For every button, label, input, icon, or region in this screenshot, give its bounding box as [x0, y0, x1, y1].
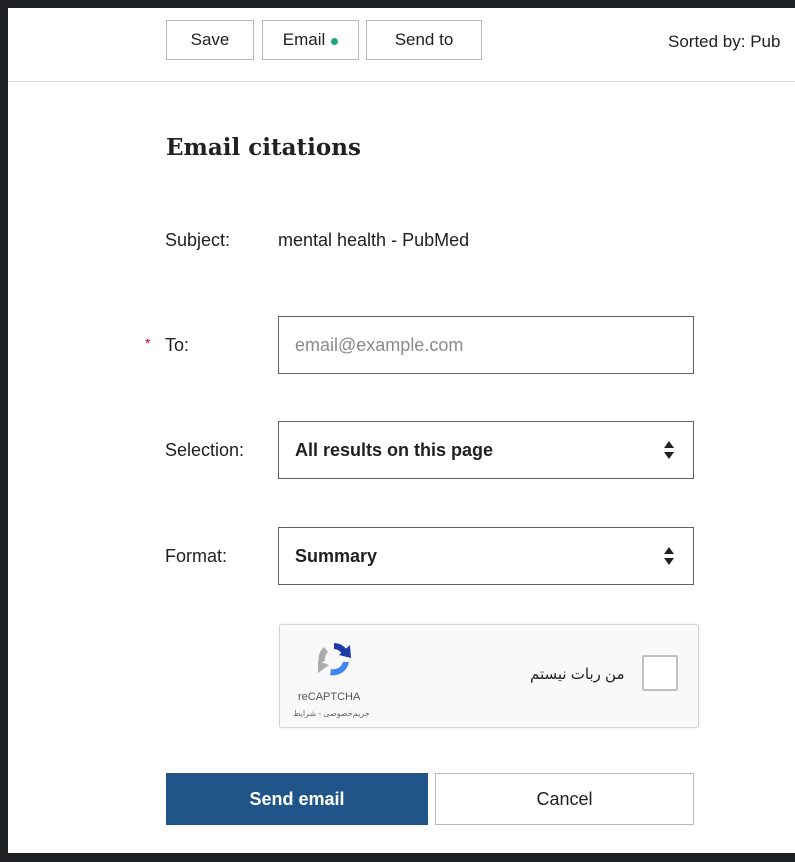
email-citations-panel: Save Email Send to Sorted by: Pub Email … [8, 8, 795, 853]
sorted-by-label[interactable]: Sorted by: Pub [668, 32, 780, 52]
recaptcha-terms-links[interactable]: حریم‌خصوصی - شرایط [293, 709, 370, 718]
send-email-button[interactable]: Send email [166, 773, 428, 825]
cancel-label: Cancel [536, 788, 593, 809]
recaptcha-brand: reCAPTCHA [298, 691, 361, 703]
email-button-label: Email [282, 30, 326, 49]
format-value: Summary [295, 546, 378, 566]
updown-arrows-icon [664, 547, 674, 565]
email-button[interactable]: Email [262, 20, 359, 60]
selection-select[interactable]: All results on this page [278, 421, 694, 479]
send-email-label: Send email [249, 788, 345, 809]
to-label: To: [165, 335, 190, 355]
email-field-wrapper [278, 316, 694, 374]
save-button-label: Save [190, 30, 230, 49]
email-field[interactable] [279, 317, 693, 373]
selection-label: Selection: [165, 440, 245, 460]
updown-arrows-icon [664, 441, 674, 459]
recaptcha-logo-icon [318, 643, 351, 676]
cancel-button[interactable]: Cancel [435, 773, 694, 825]
recaptcha-widget: reCAPTCHA حریم‌خصوصی - شرایط من ربات نیس… [279, 624, 699, 728]
subject-value: mental health - PubMed [278, 230, 470, 250]
format-label: Format: [165, 546, 228, 566]
format-select[interactable]: Summary [278, 527, 694, 585]
required-marker: * [145, 335, 151, 351]
send-to-button[interactable]: Send to [366, 20, 482, 60]
page-title: Email citations [166, 134, 361, 161]
send-to-button-label: Send to [394, 30, 454, 49]
subject-label: Subject: [165, 230, 231, 250]
save-button[interactable]: Save [166, 20, 254, 60]
results-toolbar: Save Email Send to Sorted by: Pub [8, 8, 795, 82]
recaptcha-label: من ربات نیستم [530, 666, 625, 683]
recaptcha-checkbox[interactable] [642, 655, 678, 691]
selection-value: All results on this page [295, 440, 494, 460]
active-dot-icon [331, 37, 339, 45]
